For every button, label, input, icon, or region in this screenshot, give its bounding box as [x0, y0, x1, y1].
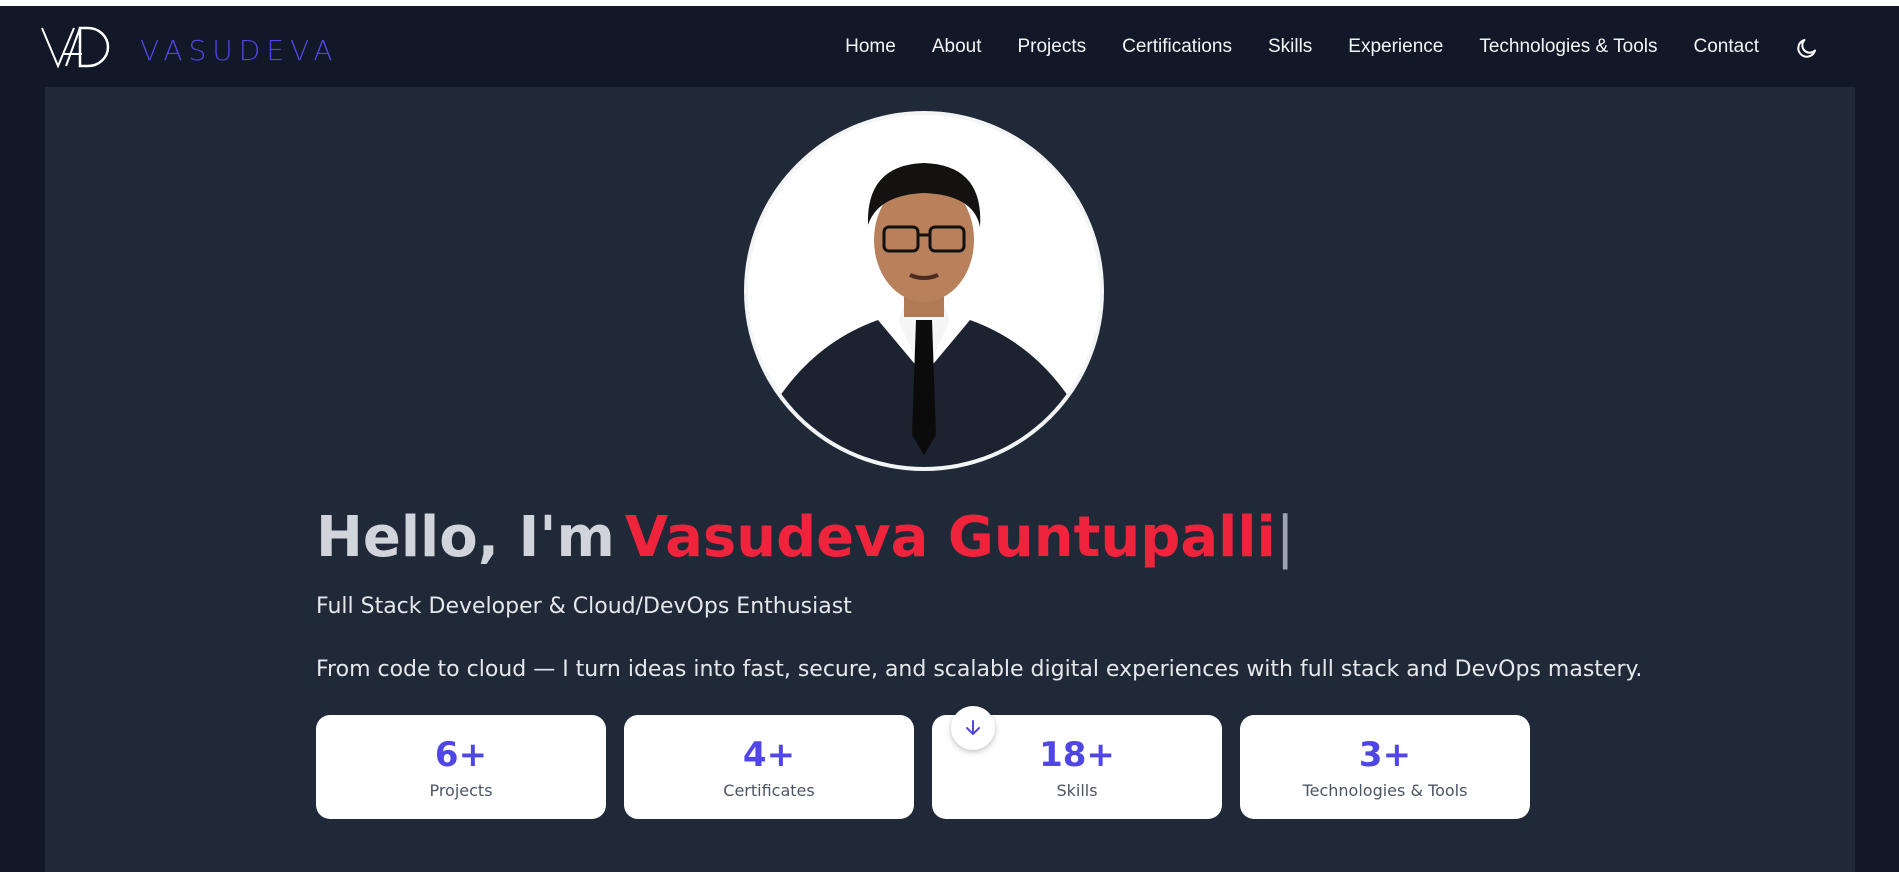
nav-contact[interactable]: Contact — [1694, 36, 1759, 58]
stat-card-technologies-tools: 3+ Technologies & Tools — [1240, 715, 1530, 819]
stat-card-certificates: 4+ Certificates — [624, 715, 914, 819]
stat-value: 3+ — [1358, 734, 1412, 775]
vd-monogram-logo[interactable] — [40, 24, 116, 70]
nav-home[interactable]: Home — [845, 36, 896, 58]
nav-projects[interactable]: Projects — [1017, 36, 1086, 58]
typing-cursor: | — [1275, 505, 1295, 570]
navbar: VASUDEVA Home About Projects Certificati… — [0, 6, 1899, 87]
nav-certifications[interactable]: Certifications — [1122, 36, 1232, 58]
hero-subtitle: Full Stack Developer & Cloud/DevOps Enth… — [316, 594, 852, 619]
arrow-down-icon — [966, 720, 980, 735]
stat-value: 18+ — [1039, 734, 1115, 775]
stat-label: Technologies & Tools — [1302, 780, 1468, 800]
stat-value: 6+ — [434, 734, 488, 775]
stat-card-projects: 6+ Projects — [316, 715, 606, 819]
stat-value: 4+ — [742, 734, 796, 775]
scroll-down-button[interactable] — [951, 706, 995, 750]
stat-label: Projects — [429, 780, 493, 800]
nav-technologies-tools[interactable]: Technologies & Tools — [1479, 36, 1657, 58]
nav-links: Home About Projects Certifications Skill… — [809, 6, 1759, 87]
nav-about[interactable]: About — [932, 36, 982, 58]
stats-row: 6+ Projects 4+ Certificates 18+ Skills 3… — [316, 715, 1530, 819]
stat-label: Certificates — [723, 780, 815, 800]
left-gutter — [0, 87, 45, 872]
hero-tagline: From code to cloud — I turn ideas into f… — [316, 657, 1643, 682]
hero-heading: Hello, I'm Vasudeva Guntupalli| — [316, 505, 1295, 570]
profile-photo — [744, 111, 1104, 471]
right-gutter — [1855, 87, 1899, 872]
stat-label: Skills — [1056, 780, 1098, 800]
brand-name[interactable]: VASUDEVA — [140, 34, 339, 67]
nav-skills[interactable]: Skills — [1268, 36, 1312, 58]
moon-icon[interactable] — [1795, 36, 1819, 60]
greeting-text: Hello, I'm — [316, 505, 615, 570]
nav-experience[interactable]: Experience — [1348, 36, 1443, 58]
hero-name: Vasudeva Guntupalli — [624, 505, 1276, 570]
